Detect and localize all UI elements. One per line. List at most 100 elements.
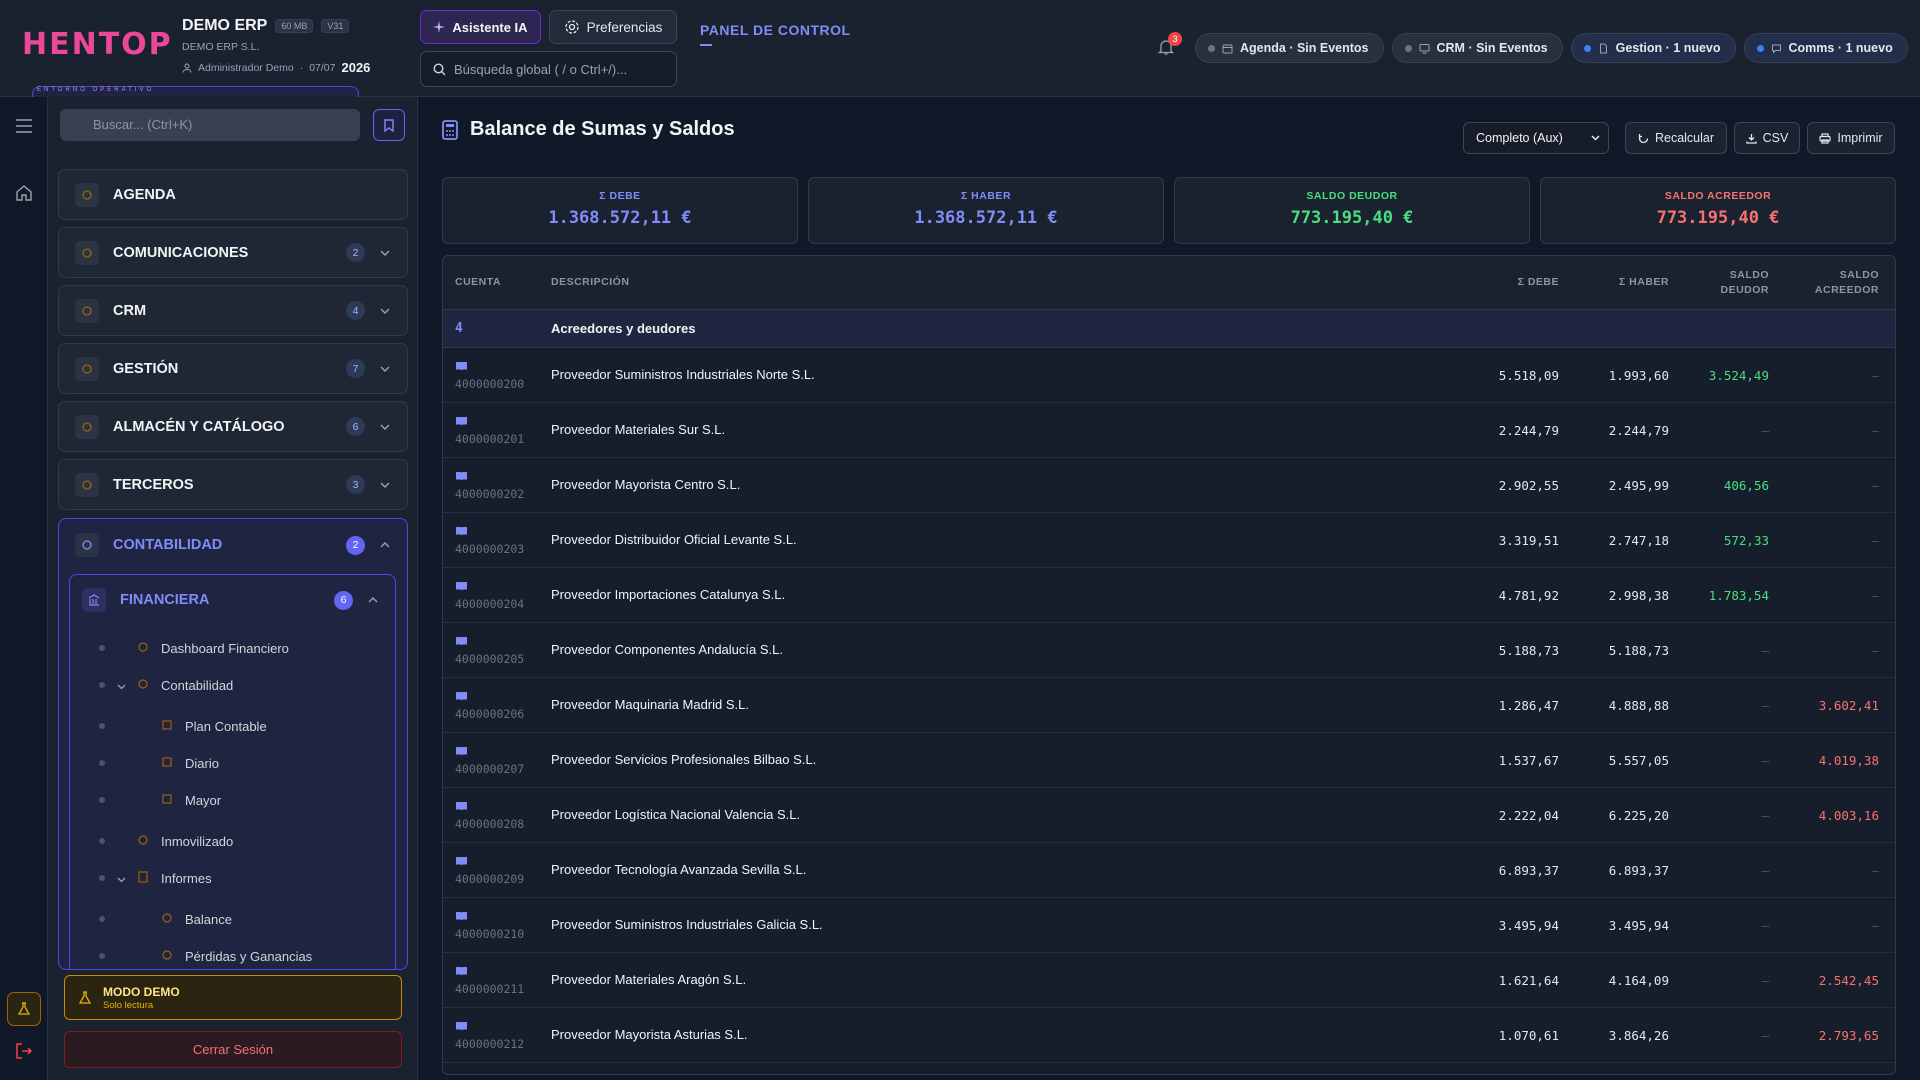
comms-icon xyxy=(75,240,99,265)
table-row[interactable]: 4000000202 Proveedor Mayorista Centro S.L… xyxy=(443,458,1895,513)
table-row[interactable]: 4000000207 Proveedor Servicios Profesiona… xyxy=(443,733,1895,788)
saldo-deudor-value: 406,56 xyxy=(1723,478,1769,493)
session-year: 2026 xyxy=(341,60,371,75)
comms-pill[interactable]: Comms · 1 nuevo xyxy=(1743,33,1908,63)
ledger-book-icon[interactable] xyxy=(455,1018,468,1034)
tree-item-dashboard-financiero[interactable]: Dashboard Financiero xyxy=(70,638,395,658)
sidebar-item-almacen[interactable]: ALMACÉN Y CATÁLOGO 6 xyxy=(58,401,408,452)
journal-icon xyxy=(161,756,173,771)
count-badge: 2 xyxy=(346,243,365,262)
logout-icon[interactable] xyxy=(12,1039,36,1063)
sidebar-item-agenda[interactable]: AGENDA xyxy=(58,169,408,220)
demo-mode-banner: MODO DEMO Solo lectura xyxy=(64,975,402,1020)
print-button[interactable]: Imprimir xyxy=(1807,122,1895,154)
sidebar-item-comunicaciones[interactable]: COMUNICACIONES 2 xyxy=(58,227,408,278)
table-row[interactable]: 4000000211 Proveedor Materiales Aragón S.… xyxy=(443,953,1895,1008)
chevron-down-icon xyxy=(375,250,395,256)
account-description: Proveedor Tecnología Avanzada Sevilla S.… xyxy=(551,862,807,877)
table-row[interactable]: 4000000212 Proveedor Mayorista Asturias S… xyxy=(443,1008,1895,1063)
account-description: Proveedor Logística Nacional Valencia S.… xyxy=(551,807,801,822)
chevron-down-icon xyxy=(375,424,395,430)
debe-value: 1.070,61 xyxy=(1498,1028,1559,1043)
col-debe[interactable]: Σ DEBE xyxy=(1489,275,1559,290)
table-row[interactable]: 4000000200 Proveedor Suministros Industri… xyxy=(443,348,1895,403)
ledger-book-icon[interactable] xyxy=(455,413,468,429)
ledger-book-icon[interactable] xyxy=(455,578,468,594)
saldo-deudor-value: — xyxy=(1761,973,1769,988)
demo-mode-icon[interactable] xyxy=(7,992,41,1026)
debe-value: 3.495,94 xyxy=(1498,918,1559,933)
ledger-book-icon[interactable] xyxy=(455,853,468,869)
preferences-button[interactable]: Preferencias xyxy=(549,10,677,44)
table-row[interactable]: 4000000208 Proveedor Logística Nacional V… xyxy=(443,788,1895,843)
sidebar-item-financiera[interactable]: FINANCIERA 6 xyxy=(70,575,395,625)
table-row[interactable]: 4000000206 Proveedor Maquinaria Madrid S.… xyxy=(443,678,1895,733)
saldo-acreedor-value: — xyxy=(1871,643,1879,658)
version-tag: V31 xyxy=(321,19,350,33)
report-icon xyxy=(137,870,149,886)
table-row[interactable]: 4000000201 Proveedor Materiales Sur S.L. 2… xyxy=(443,403,1895,458)
col-saldo-deudor[interactable]: SALDO DEUDOR xyxy=(1679,268,1769,298)
ledger-book-icon[interactable] xyxy=(455,908,468,924)
crm-pill[interactable]: CRM · Sin Eventos xyxy=(1391,33,1563,63)
count-badge: 6 xyxy=(334,590,353,610)
table-row[interactable]: 4000000203 Proveedor Distribuidor Oficial… xyxy=(443,513,1895,568)
tree-item-contabilidad[interactable]: Contabilidad xyxy=(70,675,395,695)
saldo-acreedor-value: — xyxy=(1871,368,1879,383)
tree-item-plan-contable[interactable]: Plan Contable xyxy=(70,716,395,736)
col-descripcion[interactable]: DESCRIPCIÓN xyxy=(551,275,629,290)
ledger-book-icon[interactable] xyxy=(455,743,468,759)
home-icon[interactable] xyxy=(12,181,36,205)
tree-item-diario[interactable]: Diario xyxy=(70,753,395,773)
logout-button[interactable]: Cerrar Sesión xyxy=(64,1031,402,1068)
sidebar-item-terceros[interactable]: TERCEROS 3 xyxy=(58,459,408,510)
gestion-pill[interactable]: Gestion · 1 nuevo xyxy=(1570,33,1736,63)
view-mode-select[interactable]: Completo (Aux) xyxy=(1463,122,1609,154)
tree-item-perdidas-ganancias[interactable]: Pérdidas y Ganancias xyxy=(70,946,395,966)
app-logo[interactable]: HENTOP ENTORNO OPERATIVO xyxy=(22,30,359,506)
chevron-down-icon xyxy=(117,871,126,886)
sidebar-search-input[interactable]: Buscar... (Ctrl+K) xyxy=(60,109,360,141)
recalculate-button[interactable]: Recalcular xyxy=(1625,122,1727,154)
ledger-book-icon[interactable] xyxy=(455,468,468,484)
ledger-book-icon[interactable] xyxy=(455,798,468,814)
size-tag: 60 MB xyxy=(275,19,314,33)
tree-item-informes[interactable]: Informes xyxy=(70,868,395,888)
notifications-button[interactable]: 3 xyxy=(1157,32,1182,58)
account-code: 4000000203 xyxy=(455,542,525,556)
gestion-icon xyxy=(75,356,99,381)
chevron-down-icon xyxy=(117,678,126,693)
panel-title[interactable]: PANEL DE CONTROL xyxy=(700,22,851,46)
col-haber[interactable]: Σ HABER xyxy=(1599,275,1669,290)
ledger-book-icon[interactable] xyxy=(455,963,468,979)
ledger-book-icon[interactable] xyxy=(455,633,468,649)
group-row[interactable]: 4 Acreedores y deudores xyxy=(443,310,1895,348)
saldo-acreedor-value: — xyxy=(1871,863,1879,878)
ledger-book-icon[interactable] xyxy=(455,688,468,704)
pin-sidebar-button[interactable] xyxy=(373,109,405,141)
global-search-input[interactable]: Búsqueda global ( / o Ctrl+/)... xyxy=(420,51,677,87)
account-description: Proveedor Componentes Andalucía S.L. xyxy=(551,642,783,657)
table-row[interactable]: 4000000210 Proveedor Suministros Industri… xyxy=(443,898,1895,953)
sidebar-item-crm[interactable]: CRM 4 xyxy=(58,285,408,336)
account-description: Proveedor Suministros Industriales Norte… xyxy=(551,367,815,382)
tree-item-inmovilizado[interactable]: Inmovilizado xyxy=(70,831,395,851)
csv-export-button[interactable]: CSV xyxy=(1734,122,1800,154)
count-badge: 3 xyxy=(346,475,365,494)
page-title: Balance de Sumas y Saldos xyxy=(442,118,735,141)
ledger-book-icon[interactable] xyxy=(455,523,468,539)
ai-assistant-button[interactable]: Asistente IA xyxy=(420,10,541,44)
agenda-pill[interactable]: Agenda · Sin Eventos xyxy=(1195,33,1384,63)
col-cuenta[interactable]: CUENTA xyxy=(455,275,501,290)
tree-item-balance[interactable]: Balance xyxy=(70,909,395,929)
ledger-book-icon[interactable] xyxy=(455,358,468,374)
hamburger-menu-icon[interactable] xyxy=(12,114,36,138)
sidebar-item-contabilidad[interactable]: CONTABILIDAD 2 xyxy=(59,519,407,571)
sidebar-item-gestion[interactable]: GESTIÓN 7 xyxy=(58,343,408,394)
tree-item-mayor[interactable]: Mayor xyxy=(70,790,395,810)
table-row[interactable]: 4000000205 Proveedor Componentes Andalucí… xyxy=(443,623,1895,678)
count-badge: 2 xyxy=(346,535,365,555)
table-row[interactable]: 4000000209 Proveedor Tecnología Avanzada … xyxy=(443,843,1895,898)
col-saldo-acreedor[interactable]: SALDO ACREEDOR xyxy=(1779,268,1879,298)
table-row[interactable]: 4000000204 Proveedor Importaciones Catalu… xyxy=(443,568,1895,623)
